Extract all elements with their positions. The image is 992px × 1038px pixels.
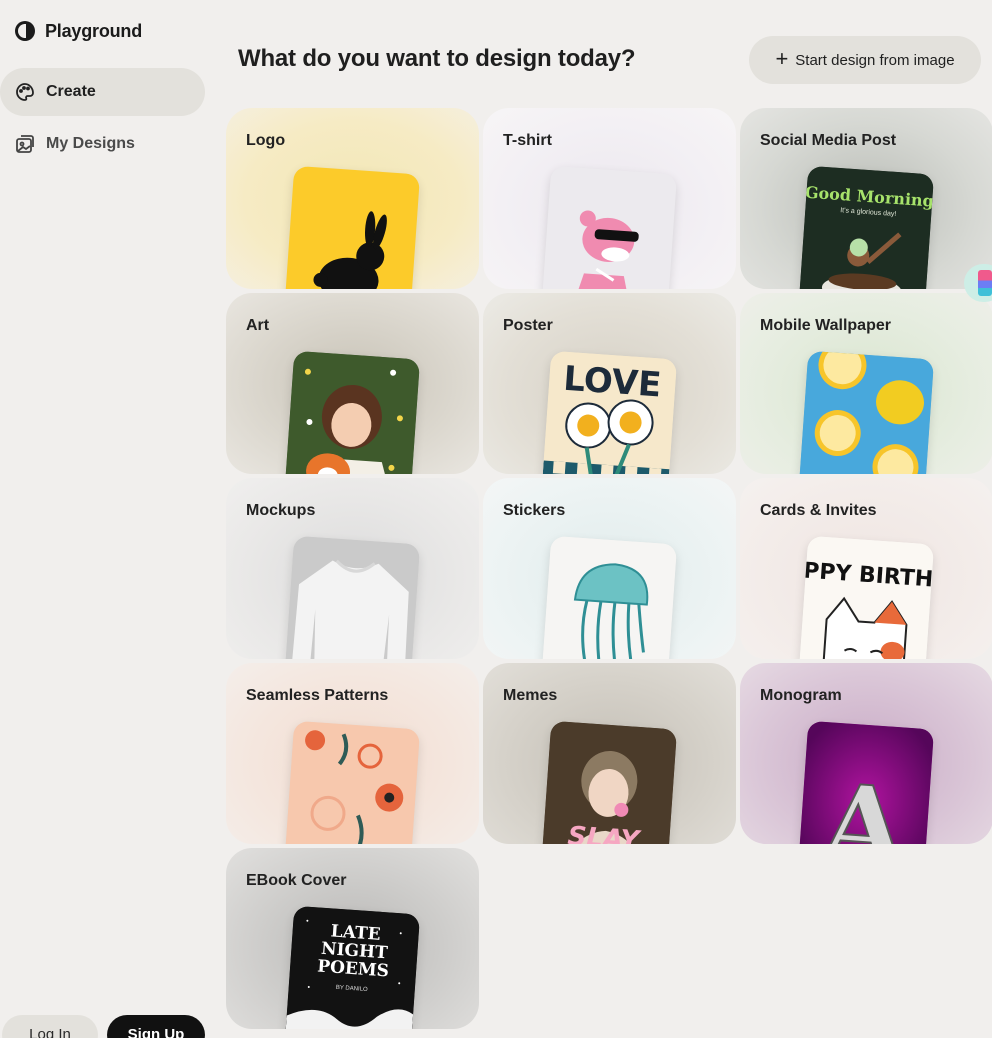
card-thumbnail: APPY BIRTHD — [797, 535, 935, 659]
category-card-seamless-patterns[interactable]: Seamless Patterns — [226, 663, 479, 844]
card-label: Stickers — [503, 502, 566, 519]
card-thumbnail — [797, 350, 935, 474]
card-label: Mockups — [246, 502, 316, 519]
plus-icon: + — [775, 46, 789, 71]
palette-icon — [16, 83, 34, 101]
love-poster-image: LOVE — [540, 350, 678, 474]
card-label: Art — [246, 317, 270, 334]
good-morning-post-image: Good Morning It's a glorious day! — [797, 165, 935, 289]
thumb-title: A — [816, 759, 913, 844]
card-thumbnail: Good Morning It's a glorious day! — [797, 165, 935, 289]
start-button-label: Start design from image — [795, 51, 955, 69]
pink-panther-image — [568, 210, 639, 289]
app-name: Playground — [45, 20, 143, 41]
card-label: T-shirt — [503, 132, 552, 149]
floral-pattern-image — [283, 720, 421, 844]
category-card-monogram[interactable]: Monogram A — [740, 663, 992, 844]
gallery-icon — [16, 135, 34, 153]
lemons-wallpaper-image — [797, 350, 935, 474]
category-card-cards-invites[interactable]: Cards & Invites APPY BIRTHD — [740, 478, 992, 659]
signup-button[interactable]: Sign Up — [107, 1015, 205, 1038]
category-card-social-media-post[interactable]: Social Media Post Good Morning It's a gl… — [740, 108, 992, 289]
card-label: Seamless Patterns — [246, 687, 389, 704]
card-thumbnail — [283, 535, 421, 659]
category-card-poster[interactable]: Poster LOVE — [483, 293, 736, 474]
card-thumbnail — [283, 720, 421, 844]
sidebar-item-label: My Designs — [46, 135, 135, 152]
girl-with-fox-art-image — [283, 350, 421, 474]
birthday-cat-card-image: APPY BIRTHD — [797, 535, 935, 659]
monogram-a-image: A — [797, 720, 935, 844]
card-label: Poster — [503, 317, 553, 334]
card-label: Mobile Wallpaper — [760, 317, 891, 334]
category-card-mobile-wallpaper[interactable]: Mobile Wallpaper — [740, 293, 992, 474]
card-label: Logo — [246, 132, 286, 149]
category-card-stickers[interactable]: Stickers — [483, 478, 736, 659]
category-card-logo[interactable]: Logo — [226, 108, 479, 289]
card-label: Memes — [503, 687, 558, 704]
card-thumbnail — [540, 165, 678, 289]
card-thumbnail — [540, 535, 678, 659]
login-button[interactable]: Log In — [2, 1015, 98, 1038]
card-thumbnail — [283, 350, 421, 474]
widget-logo-icon — [978, 270, 992, 296]
start-design-from-image-button[interactable]: + Start design from image — [749, 36, 981, 84]
category-card-t-shirt[interactable]: T-shirt — [483, 108, 736, 289]
late-night-poems-cover-image: LATE NIGHT POEMS BY DANILO — [283, 905, 421, 1029]
card-thumbnail: LATE NIGHT POEMS BY DANILO — [283, 905, 421, 1029]
category-card-memes[interactable]: Memes SLAY — [483, 663, 736, 844]
page-title: What do you want to design today? — [238, 45, 636, 72]
sidebar-item-create[interactable]: Create — [0, 68, 205, 116]
card-thumbnail: LOVE — [540, 350, 678, 474]
card-thumbnail: A — [797, 720, 935, 844]
card-label: Monogram — [760, 687, 842, 704]
sidebar-item-my-designs[interactable]: My Designs — [0, 120, 205, 168]
rabbit-logo-image — [313, 211, 387, 289]
playground-logo-icon — [15, 21, 35, 41]
category-card-ebook-cover[interactable]: EBook Cover LATE NIGHT POEMS BY DANILO — [226, 848, 479, 1029]
sidebar-item-label: Create — [46, 83, 96, 100]
thumb-title: SLAY — [567, 821, 643, 844]
category-card-art[interactable]: Art — [226, 293, 479, 474]
jellyfish-sticker-image — [540, 535, 678, 659]
slay-meme-image: SLAY — [540, 720, 678, 844]
thumb-title: LOVE — [562, 359, 663, 406]
card-label: EBook Cover — [246, 872, 347, 889]
sweatshirt-mockup-image — [283, 535, 421, 659]
card-label: Social Media Post — [760, 132, 897, 149]
card-label: Cards & Invites — [760, 502, 877, 519]
card-thumbnail: SLAY — [540, 720, 678, 844]
category-card-mockups[interactable]: Mockups — [226, 478, 479, 659]
card-thumbnail — [283, 165, 421, 289]
app-brand[interactable]: Playground — [14, 20, 142, 42]
